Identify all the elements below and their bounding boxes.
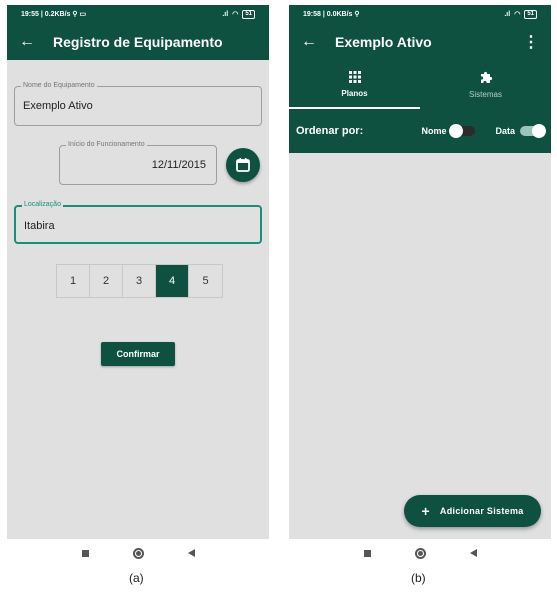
caption-a: (a) <box>129 571 144 585</box>
home-dot <box>417 550 423 556</box>
location-label: Localização <box>22 201 63 208</box>
location-value: Itabira <box>24 220 55 232</box>
back-arrow-icon[interactable]: ← <box>301 33 325 51</box>
app-bar: ← Exemplo Ativo ⋮ <box>289 23 551 60</box>
status-bar: 19:58 | 0.0KB/s ⚲ .ıl ◠ 51 <box>289 5 551 23</box>
page-button-2[interactable]: 2 <box>90 265 123 297</box>
signal-icon: .ıl <box>504 10 511 18</box>
page-button-5[interactable]: 5 <box>189 265 222 297</box>
status-bar: 19:55 | 0.2KB/s ⚲ ▭ .ıl ◠ 51 <box>7 5 269 23</box>
caption-b: (b) <box>411 571 426 585</box>
toggle-knob <box>449 124 464 138</box>
sort-bar: Ordenar por: Nome Data <box>289 109 551 153</box>
grid-icon <box>348 71 361 83</box>
start-date-value: 12/11/2015 <box>151 159 206 171</box>
location-field[interactable]: Localização Itabira <box>14 201 262 244</box>
equipment-name-value: Exemplo Ativo <box>23 100 93 112</box>
add-system-button[interactable]: + Adicionar Sistema <box>404 495 541 527</box>
calendar-button[interactable] <box>226 148 260 182</box>
nav-back-icon[interactable] <box>469 549 477 557</box>
add-system-label: Adicionar Sistema <box>439 506 524 516</box>
nav-back-icon[interactable] <box>187 549 195 557</box>
tab-planos-label: Planos <box>341 89 368 98</box>
battery-icon: 51 <box>242 9 255 19</box>
page-title: Registro de Equipamento <box>53 33 223 50</box>
sort-option-data: Data <box>495 124 546 138</box>
puzzle-icon <box>480 71 492 83</box>
equipment-name-field[interactable]: Nome do Equipamento Exemplo Ativo <box>14 82 262 126</box>
home-icon[interactable] <box>414 547 426 559</box>
sort-data-toggle[interactable] <box>520 124 546 138</box>
calendar-icon <box>236 158 250 172</box>
screen-a: 19:55 | 0.2KB/s ⚲ ▭ .ıl ◠ 51 ← Registro … <box>7 5 269 539</box>
start-date-label: Início do Funcionamento <box>66 141 147 148</box>
page-button-3[interactable]: 3 <box>123 265 156 297</box>
more-options-icon[interactable]: ⋮ <box>523 32 539 52</box>
confirm-button[interactable]: Confirmar <box>101 342 175 366</box>
home-dot <box>135 550 141 556</box>
status-text: 19:55 | 0.2KB/s ⚲ ▭ <box>21 11 87 18</box>
recent-apps-icon[interactable] <box>81 549 89 557</box>
page-selector: 1 2 3 4 5 <box>56 264 223 298</box>
page-title: Exemplo Ativo <box>335 33 432 50</box>
sort-option-data-label: Data <box>495 126 515 136</box>
screen-b: 19:58 | 0.0KB/s ⚲ .ıl ◠ 51 ← Exemplo Ati… <box>289 5 551 539</box>
app-bar: ← Registro de Equipamento <box>7 23 269 60</box>
page-button-4[interactable]: 4 <box>156 265 189 297</box>
system-nav-bar-b <box>289 541 551 565</box>
start-date-field[interactable]: Início do Funcionamento 12/11/2015 <box>59 141 217 185</box>
tab-sistemas[interactable]: Sistemas <box>420 60 551 109</box>
wifi-icon: ◠ <box>514 11 521 18</box>
battery-icon: 51 <box>524 9 537 19</box>
back-arrow-icon[interactable]: ← <box>19 33 43 51</box>
page-button-1[interactable]: 1 <box>57 265 90 297</box>
plus-icon: + <box>421 503 430 519</box>
wifi-icon: ◠ <box>232 11 239 18</box>
tab-planos[interactable]: Planos <box>289 60 420 109</box>
home-icon[interactable] <box>132 547 144 559</box>
tab-bar: Planos Sistemas <box>289 60 551 109</box>
toggle-knob <box>532 124 546 138</box>
sort-label: Ordenar por: <box>296 125 364 137</box>
status-icons: .ıl ◠ 51 <box>504 9 537 19</box>
system-nav-bar-a <box>7 541 269 565</box>
recent-apps-icon[interactable] <box>363 549 371 557</box>
status-text: 19:58 | 0.0KB/s ⚲ <box>303 11 360 18</box>
status-icons: .ıl ◠ 51 <box>222 9 255 19</box>
sort-option-nome-label: Nome <box>421 126 447 136</box>
signal-icon: .ıl <box>222 10 229 18</box>
tab-sistemas-label: Sistemas <box>469 90 502 99</box>
equipment-name-label: Nome do Equipamento <box>21 82 97 89</box>
sort-option-nome: Nome <box>421 124 476 138</box>
sort-nome-toggle[interactable] <box>449 124 476 138</box>
